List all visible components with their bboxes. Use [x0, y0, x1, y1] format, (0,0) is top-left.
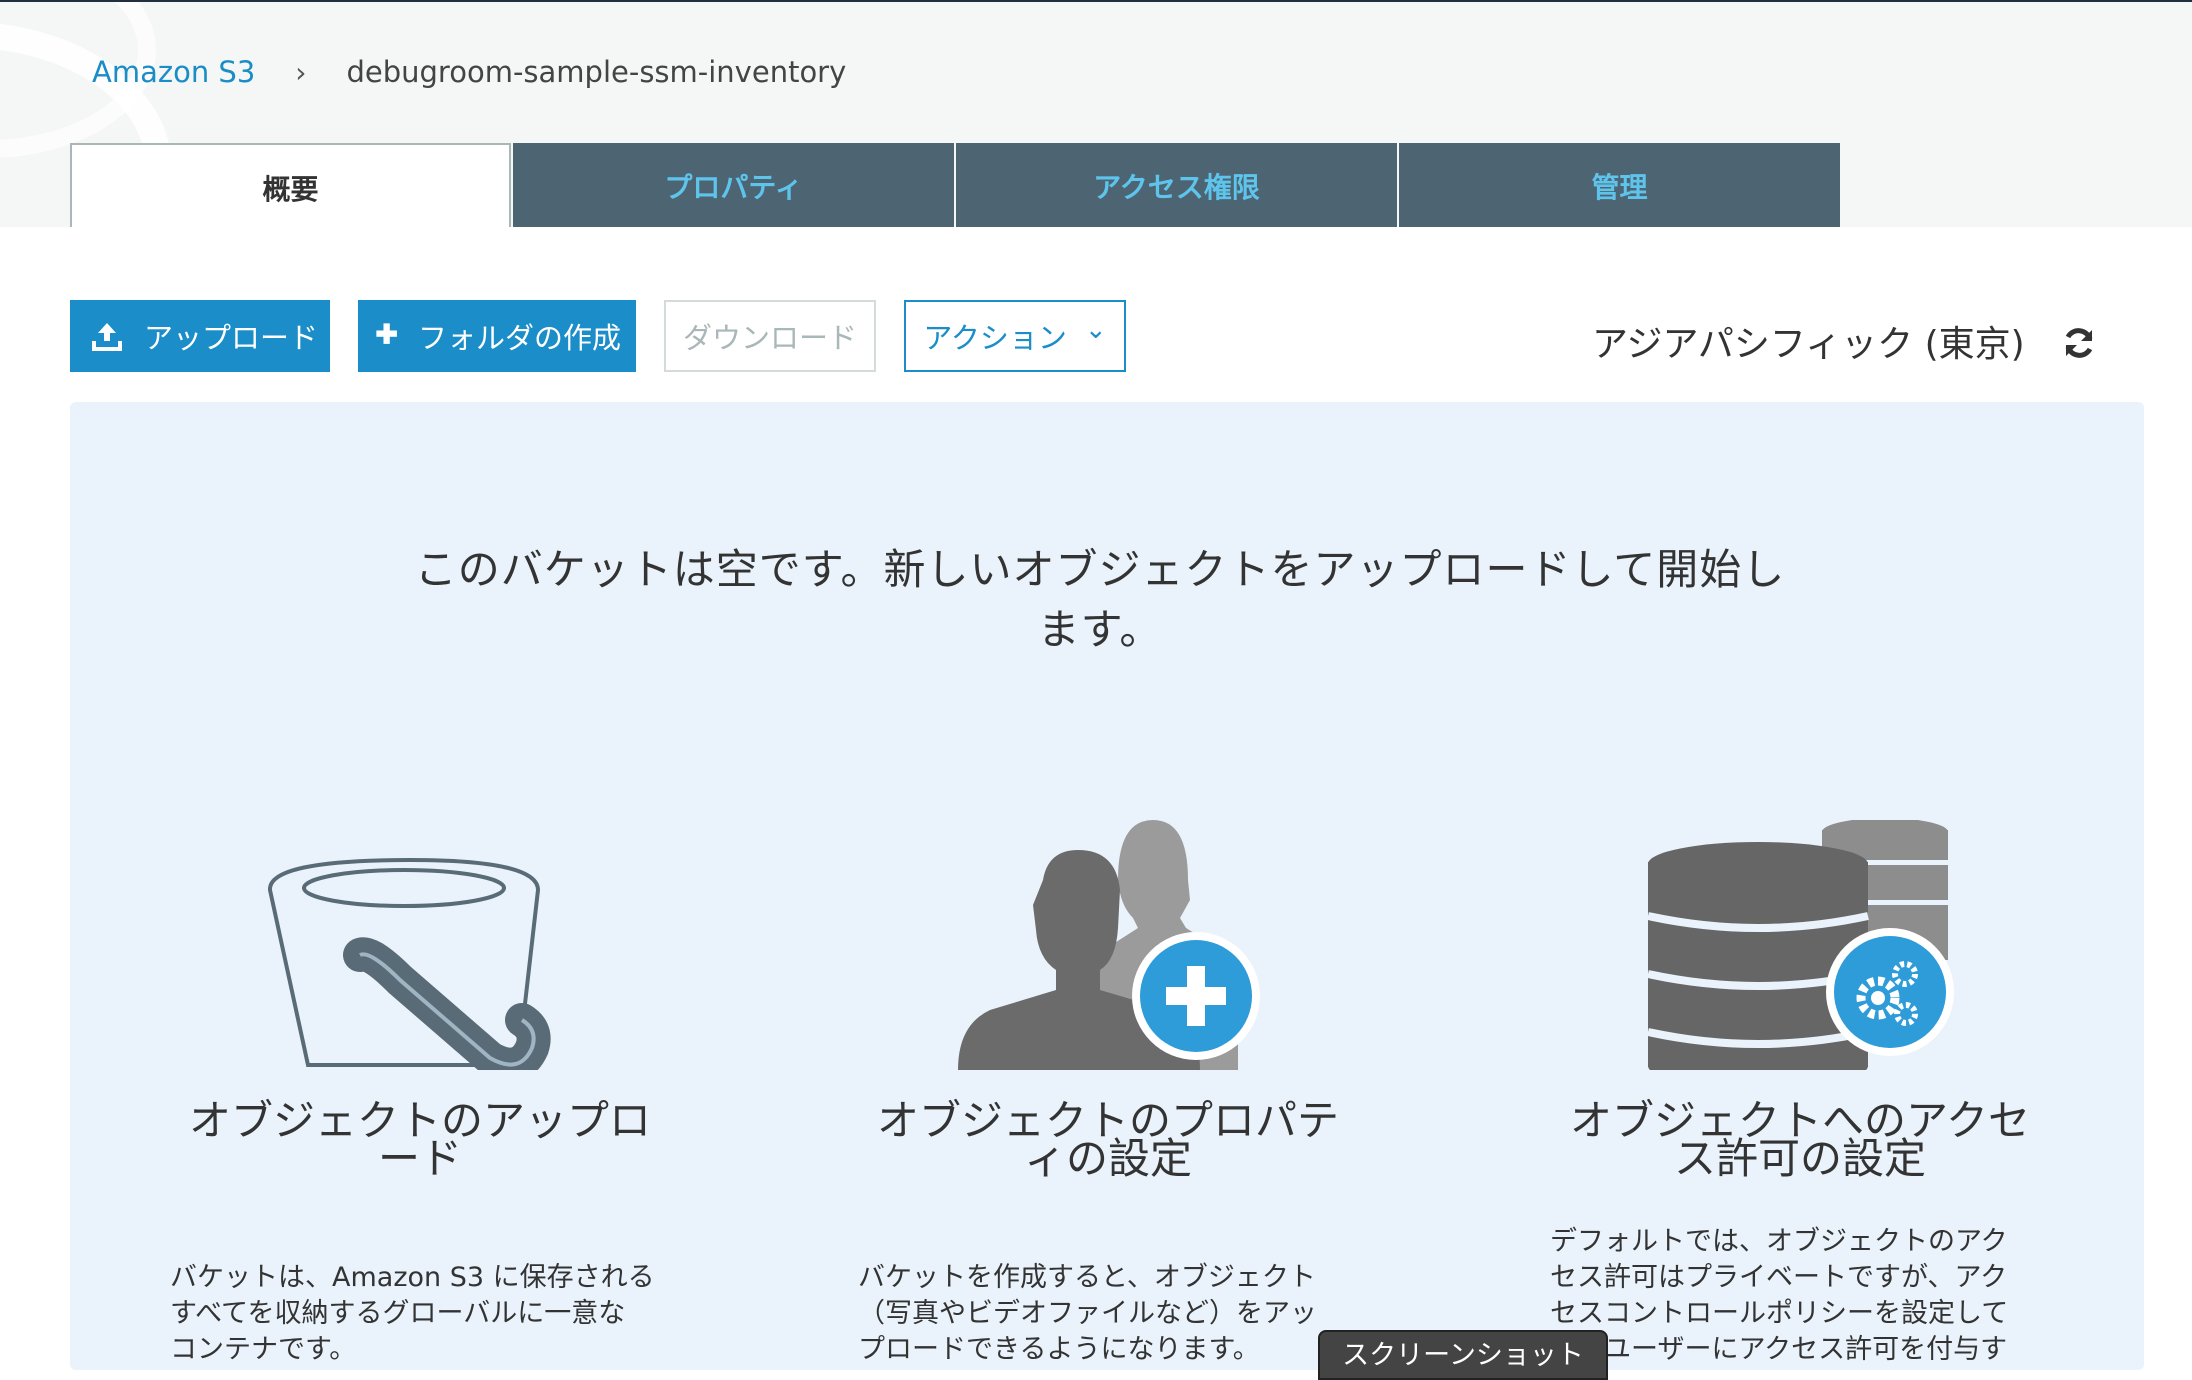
- empty-message-line-1: このバケットは空です。新しいオブジェクトをアップロードして開始し: [414, 545, 1786, 594]
- database-settings-icon: [1647, 820, 1954, 1070]
- actions-dropdown-label: アクション: [923, 321, 1067, 355]
- download-button-label: ダウンロード: [682, 321, 857, 355]
- empty-bucket-message: このバケットは空です。新しいオブジェクトをアップロードして開始し ます。: [370, 540, 1830, 660]
- card-upload-description: バケットは、Amazon S3 に保存される すべてを収納するグローバルに一意な…: [170, 1260, 670, 1368]
- create-folder-button[interactable]: フォルダの作成: [358, 300, 636, 372]
- card-properties-desc-line-1: バケットを作成すると、オブジェクト: [858, 1262, 1316, 1293]
- tab-overview[interactable]: 概要: [70, 143, 511, 227]
- card-properties-title-line-2: ィの設定: [1023, 1134, 1192, 1183]
- users-add-icon: [958, 820, 1260, 1070]
- card-access-desc-line-3: セスコントロールポリシーを設定して: [1550, 1298, 2009, 1329]
- bucket-icon: [268, 857, 551, 1070]
- empty-message-line-2: ます。: [1037, 605, 1163, 654]
- tab-permissions[interactable]: アクセス権限: [956, 143, 1397, 227]
- plus-icon: [376, 323, 397, 344]
- region-label: アジアパシフィック (東京): [1592, 324, 2025, 365]
- download-button[interactable]: ダウンロード: [664, 300, 876, 372]
- card-access-desc-line-1: デフォルトでは、オブジェクトのアク: [1550, 1226, 2008, 1257]
- card-upload-desc-line-1: バケットは、Amazon S3 に保存される: [170, 1262, 655, 1293]
- card-upload-desc-line-2: すべてを収納するグローバルに一意な: [170, 1298, 626, 1329]
- card-access-title-line-2: ス許可の設定: [1673, 1134, 1926, 1183]
- screenshot-tooltip: スクリーンショット: [1318, 1330, 1608, 1380]
- refresh-icon[interactable]: [2060, 324, 2098, 362]
- actions-dropdown[interactable]: アクション ⌄: [904, 300, 1126, 372]
- breadcrumb: Amazon S3 › debugroom-sample-ssm-invento…: [92, 52, 846, 92]
- card-access-desc-line-2: セス許可はプライベートですが、アク: [1550, 1262, 2008, 1293]
- tab-management[interactable]: 管理: [1399, 143, 1840, 227]
- page-header: Amazon S3 › debugroom-sample-ssm-invento…: [0, 0, 2192, 227]
- card-upload-title: オブジェクトのアップロ ード: [160, 1100, 680, 1183]
- card-properties-desc-line-3: プロードできるようになります。: [858, 1334, 1260, 1365]
- card-properties-title: オブジェクトのプロパテ ィの設定: [848, 1100, 1368, 1183]
- card-access-title: オブジェクトへのアクセ ス許可の設定: [1540, 1100, 2060, 1183]
- breadcrumb-separator-icon: ›: [295, 55, 307, 89]
- upload-button[interactable]: アップロード: [70, 300, 330, 372]
- breadcrumb-current: debugroom-sample-ssm-inventory: [346, 55, 847, 89]
- card-upload-desc-line-3: コンテナです。: [170, 1334, 357, 1365]
- tab-properties[interactable]: プロパティ: [513, 143, 954, 227]
- tab-bar: 概要 プロパティ アクセス権限 管理: [70, 143, 1840, 227]
- card-access-desc-line-4: 他のユーザーにアクセス許可を付与す: [1550, 1334, 2008, 1365]
- upload-button-label: アップロード: [144, 321, 319, 355]
- chevron-down-icon: ⌄: [1084, 315, 1107, 345]
- breadcrumb-root-link[interactable]: Amazon S3: [92, 55, 255, 89]
- card-access-description: デフォルトでは、オブジェクトのアク セス許可はプライベートですが、アク セスコン…: [1550, 1224, 2050, 1368]
- card-properties-desc-line-2: （写真やビデオファイルなど）をアッ: [858, 1298, 1317, 1329]
- card-upload-title-line-2: ード: [377, 1134, 462, 1183]
- upload-icon: [92, 323, 122, 351]
- card-properties-description: バケットを作成すると、オブジェクト （写真やビデオファイルなど）をアッ プロード…: [858, 1260, 1358, 1368]
- create-folder-button-label: フォルダの作成: [418, 321, 622, 355]
